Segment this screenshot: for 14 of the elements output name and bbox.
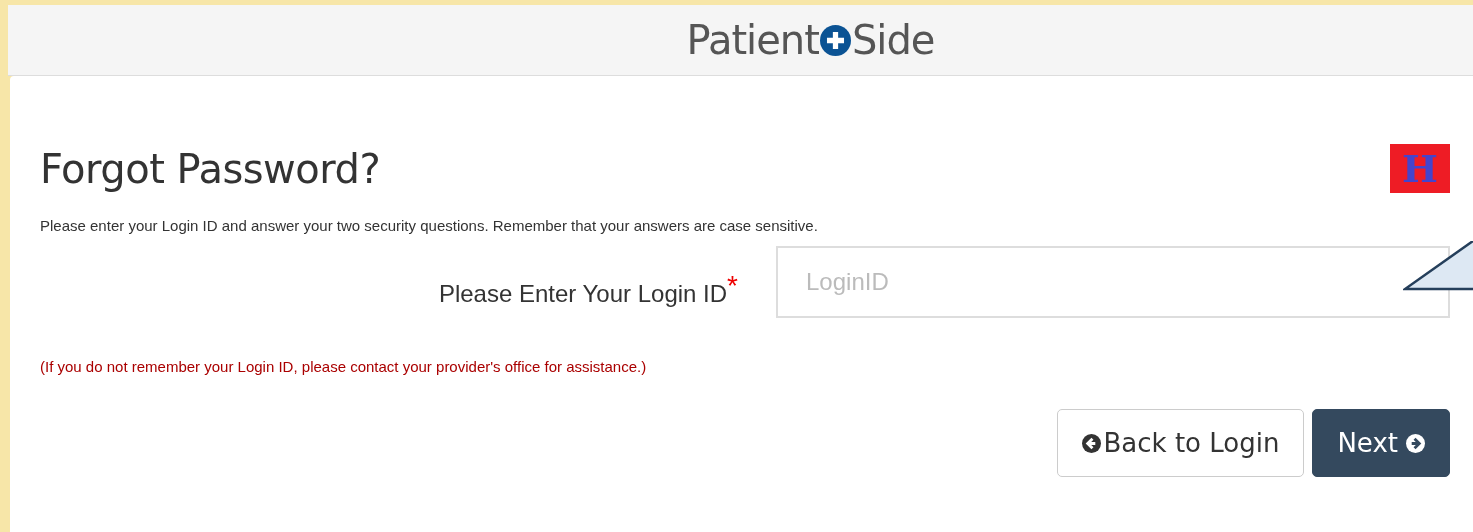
page-title: Forgot Password? xyxy=(40,145,381,192)
login-id-field[interactable]: LoginID xyxy=(776,246,1450,318)
back-to-login-button[interactable]: Back to Login xyxy=(1056,409,1305,477)
logo-text: Patient xyxy=(686,17,819,63)
required-asterisk: * xyxy=(727,272,738,303)
arrow-left-icon xyxy=(1081,433,1101,453)
plus-icon xyxy=(819,24,851,56)
login-id-label: Please Enter Your Login ID xyxy=(438,280,728,308)
arrow-right-icon xyxy=(1406,433,1425,453)
help-note: (If you do not remember your Login ID, please contact your provider's office for assistance.) xyxy=(40,358,648,375)
instructions-text: Please enter your Login ID and answer your two security questions. Remember that your answers are case sensitive. xyxy=(40,217,819,234)
h-logo-icon: H xyxy=(1390,144,1450,193)
next-button[interactable]: Next xyxy=(1312,409,1450,477)
logo-text: Side xyxy=(851,17,935,63)
